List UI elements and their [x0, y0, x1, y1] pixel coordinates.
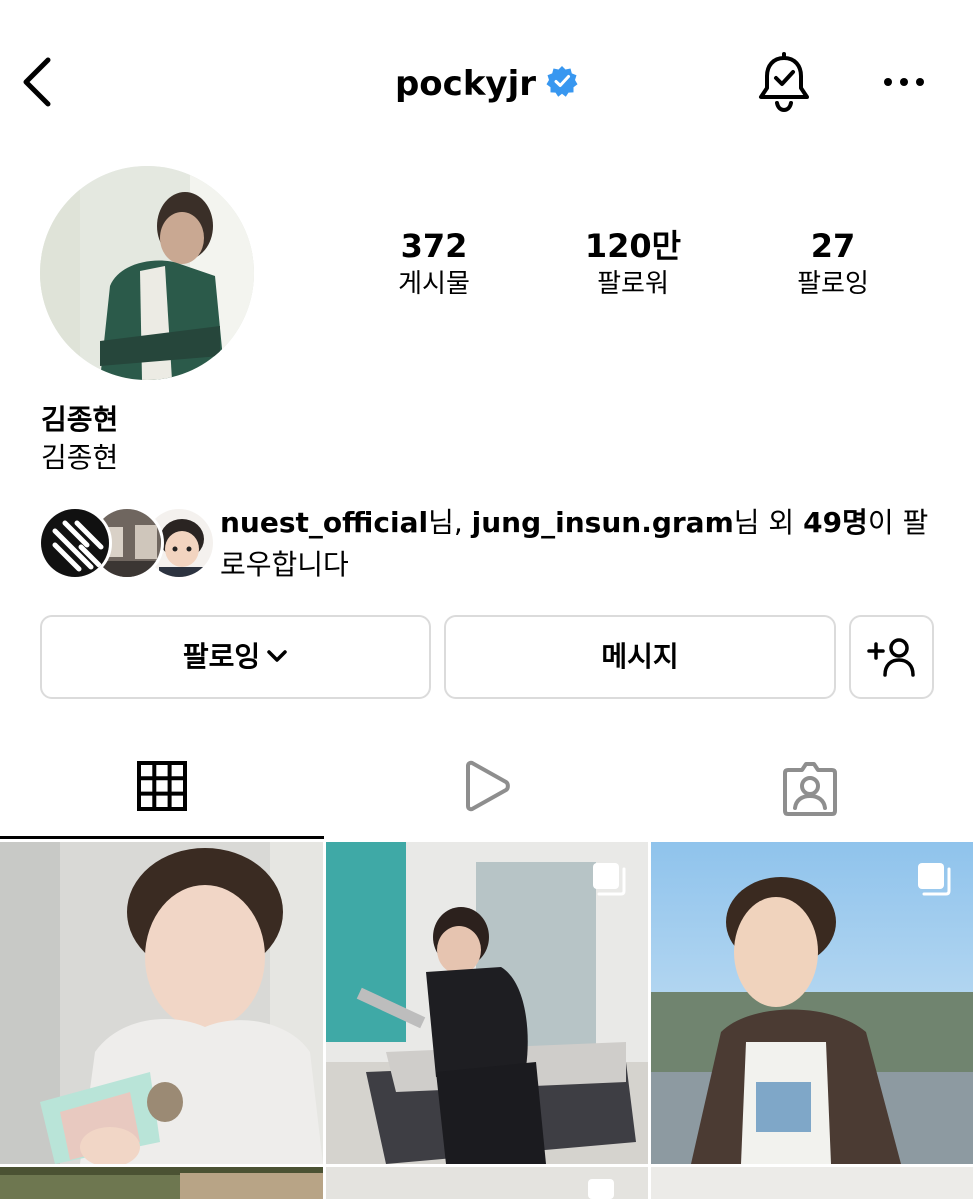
play-icon [466, 760, 510, 812]
mutual-user-1[interactable]: nuest_official [220, 506, 428, 539]
tab-reels[interactable] [324, 740, 648, 840]
username-title: pockyjr [394, 64, 537, 104]
more-dots-icon [884, 78, 924, 86]
message-button-label: 메시지 [601, 640, 679, 673]
grid-icon [137, 761, 187, 811]
active-tab-indicator [0, 836, 324, 839]
post-thumbnail-3[interactable] [651, 842, 973, 1164]
stat-posts[interactable]: 372 게시물 [349, 226, 519, 302]
person-add-icon [867, 638, 915, 677]
mutual-avatar-1 [38, 506, 112, 580]
posts-grid [0, 842, 973, 1199]
stat-posts-value: 372 [400, 227, 468, 265]
stat-followers-label: 팔로워 [597, 269, 669, 299]
profile-category-name: 김종현 [41, 441, 119, 474]
post-thumbnail-1[interactable] [0, 842, 323, 1164]
tab-tagged[interactable] [648, 740, 972, 840]
stat-followers[interactable]: 120만 팔로워 [548, 226, 718, 302]
mutual-followers-avatars[interactable] [38, 506, 216, 582]
tab-posts[interactable] [0, 740, 324, 840]
post-thumbnail-2[interactable] [326, 842, 648, 1164]
profile-tabs [0, 740, 973, 840]
followed-by-text[interactable]: nuest_official님, jung_insun.gram님 외 49명이… [220, 502, 950, 586]
stat-followers-value: 120만 [584, 227, 682, 265]
followed-by-suffix-1: 님, [428, 506, 472, 539]
bell-check-icon [759, 52, 809, 113]
stat-following-label: 팔로잉 [797, 269, 869, 299]
stat-following[interactable]: 27 팔로잉 [748, 226, 918, 302]
tagged-person-icon [783, 762, 837, 816]
suggest-people-button[interactable] [849, 615, 934, 699]
multi-photo-icon [918, 863, 951, 896]
profile-avatar[interactable] [40, 166, 254, 380]
post-thumbnail-5[interactable] [326, 1167, 648, 1199]
post-thumbnail-6[interactable] [651, 1167, 973, 1199]
mutual-count: 49명 [803, 506, 868, 539]
following-button-label: 팔로잉 [182, 640, 261, 673]
profile-header: pockyjr [0, 64, 973, 104]
mutual-user-2[interactable]: jung_insun.gram [472, 506, 734, 539]
stat-posts-label: 게시물 [398, 269, 470, 299]
multi-photo-icon [593, 863, 626, 896]
profile-display-name: 김종현 [41, 403, 119, 436]
post-thumbnail-4[interactable] [0, 1167, 323, 1199]
more-options-button[interactable] [880, 64, 928, 100]
top-bar: pockyjr [0, 0, 973, 160]
message-button[interactable]: 메시지 [444, 615, 836, 699]
followed-by-suffix-2: 님 외 [733, 506, 804, 539]
avatar-photo [40, 166, 254, 380]
verified-badge-icon [546, 66, 578, 97]
notifications-button[interactable] [756, 52, 812, 114]
chevron-down-icon [267, 650, 287, 662]
following-button[interactable]: 팔로잉 [40, 615, 431, 699]
stat-following-value: 27 [810, 227, 856, 265]
